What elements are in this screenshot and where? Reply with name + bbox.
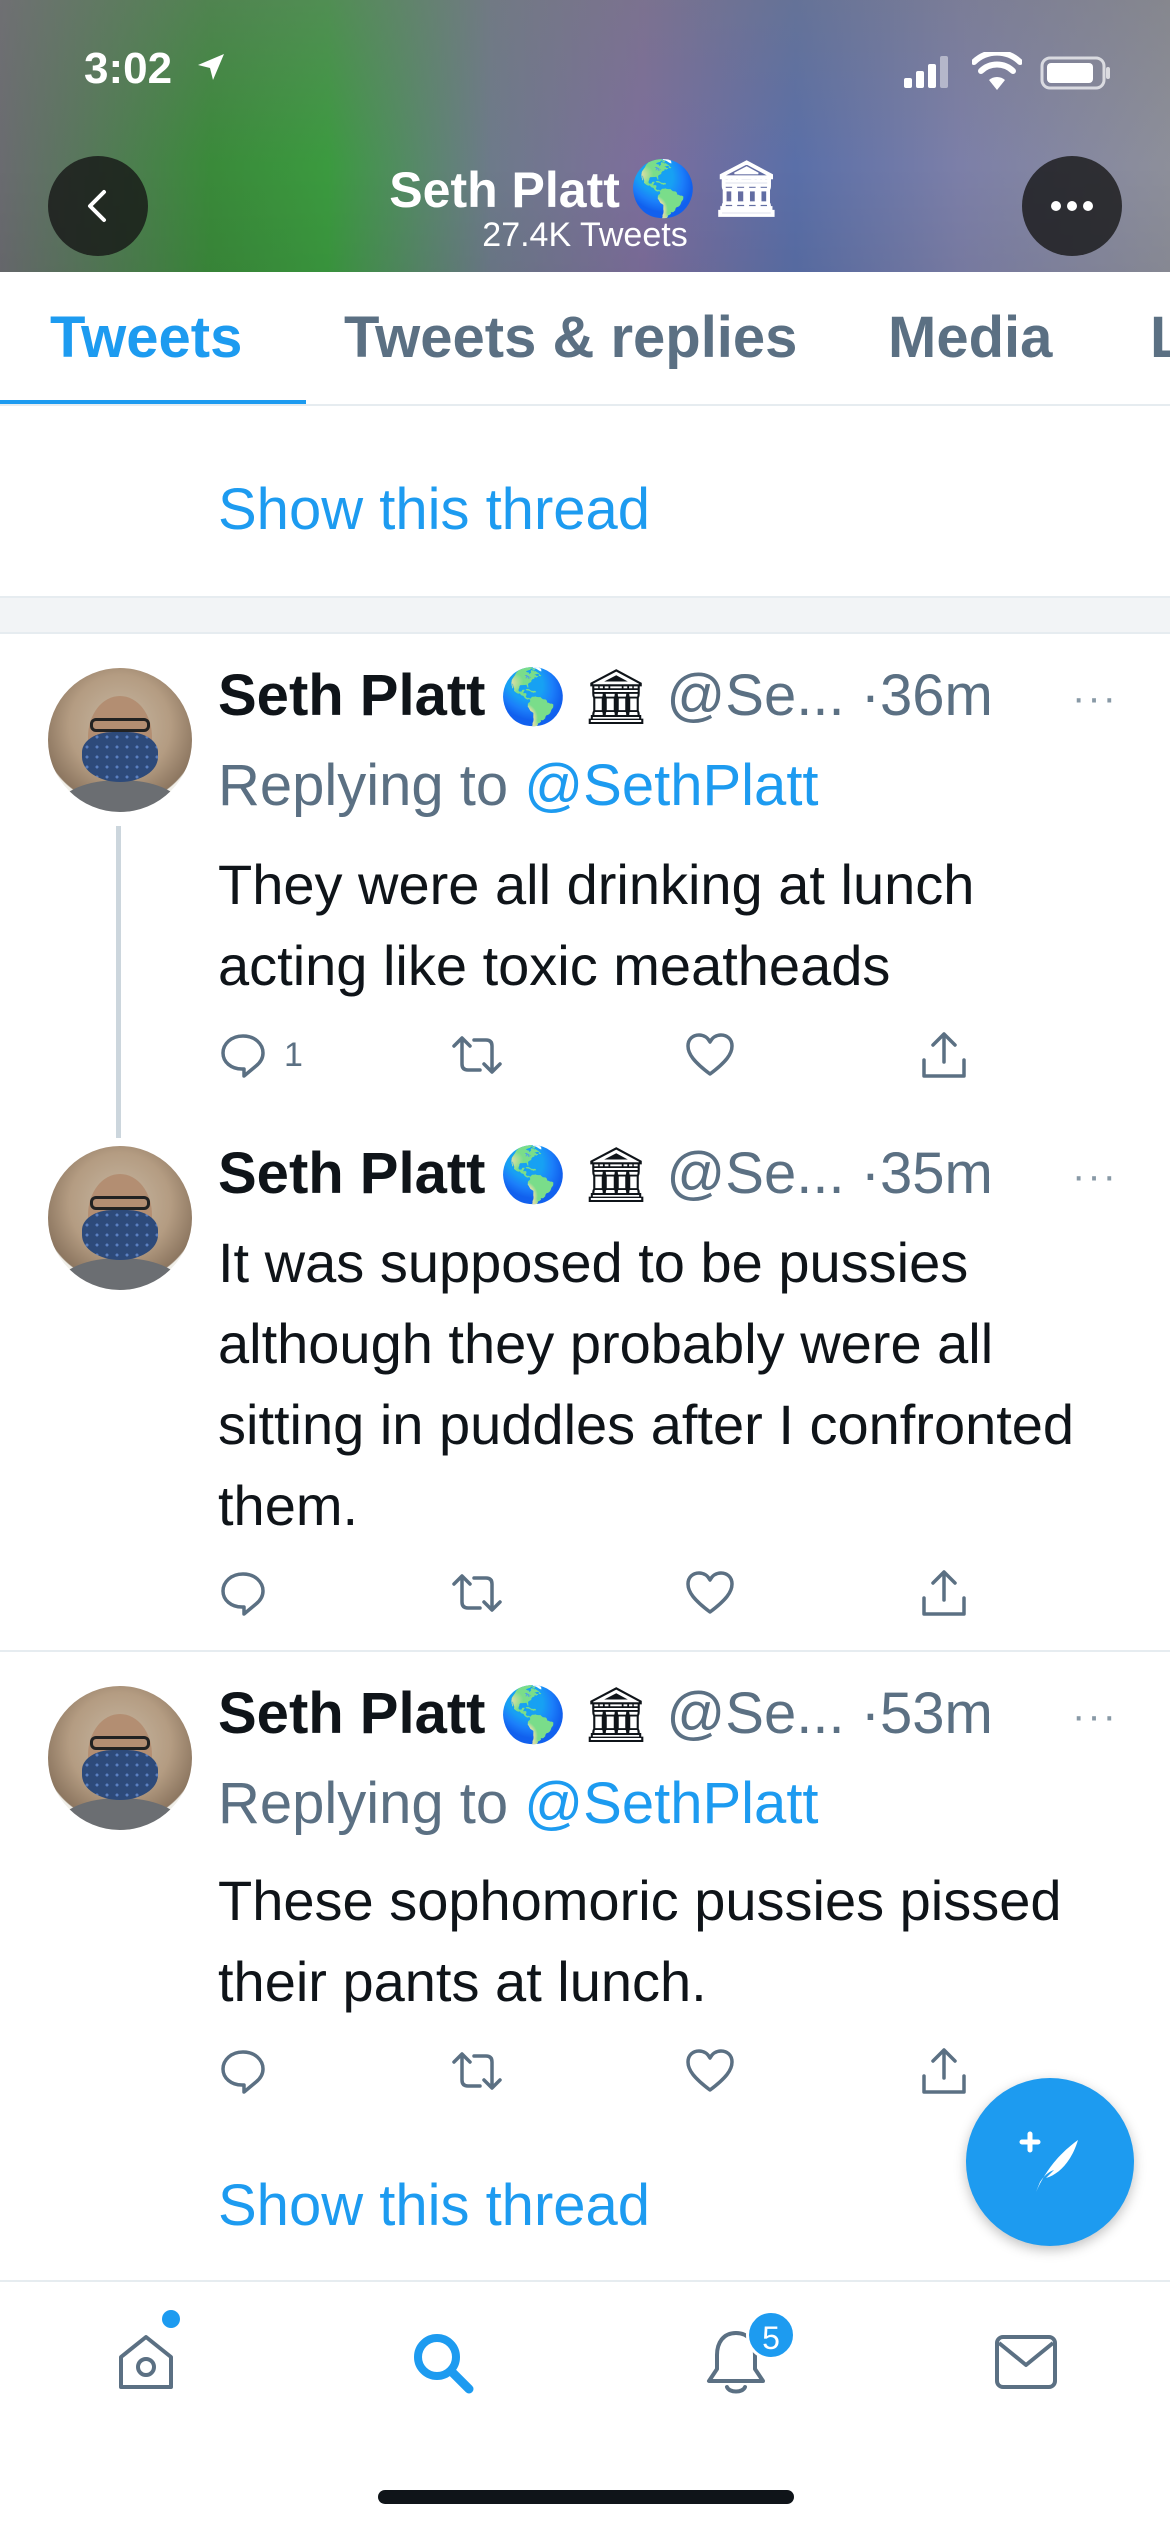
tweet-author-line: Seth Platt 🌎 🏛 @Se... ·53m xyxy=(218,1680,993,1747)
retweet-icon xyxy=(452,1036,502,1074)
home-icon xyxy=(119,2335,173,2389)
retweet-button[interactable] xyxy=(448,2046,506,2096)
wifi-icon xyxy=(972,52,1022,90)
share-icon xyxy=(922,2048,966,2094)
share-icon xyxy=(922,1032,966,1078)
tweet-actions: 1 xyxy=(218,1030,1018,1090)
tab-media[interactable]: Media xyxy=(888,304,1052,371)
share-icon xyxy=(922,1570,966,1616)
notifications-badge: 5 xyxy=(746,2310,796,2360)
replying-to-prefix: Replying to xyxy=(218,753,509,818)
profile-name: Seth Platt xyxy=(389,162,620,218)
like-button[interactable] xyxy=(684,1030,736,1080)
tweet-divider xyxy=(0,1650,1170,1652)
tweet-time: ·53m xyxy=(860,1681,993,1746)
retweet-button[interactable] xyxy=(448,1568,506,1618)
retweet-button[interactable] xyxy=(448,1030,506,1080)
reply-button[interactable] xyxy=(218,2046,284,2096)
mail-icon xyxy=(995,2335,1057,2389)
cellular-signal-icon xyxy=(904,56,948,88)
tweet-text: They were all drinking at lunch acting l… xyxy=(218,853,975,997)
heart-icon xyxy=(686,2049,734,2092)
replying-to-line: Replying to @SethPlatt xyxy=(218,1770,819,1837)
thread-connector-line xyxy=(116,826,121,1138)
retweet-icon xyxy=(452,2052,502,2090)
tweet-time: ·36m xyxy=(860,663,993,728)
like-button[interactable] xyxy=(684,1568,736,1618)
tweet-more-button[interactable]: ··· xyxy=(1072,1154,1118,1199)
author-badges: 🌎 🏛 xyxy=(499,1685,651,1745)
active-tab-indicator xyxy=(0,400,306,404)
tweet-author-line: Seth Platt 🌎 🏛 @Se... ·35m xyxy=(218,1140,993,1207)
retweet-icon xyxy=(452,1574,502,1612)
reply-count: 1 xyxy=(284,1035,303,1074)
heart-icon xyxy=(686,1571,734,1614)
compose-tweet-button[interactable] xyxy=(966,2078,1134,2246)
search-icon xyxy=(414,2334,474,2394)
author-name[interactable]: Seth Platt xyxy=(218,1141,486,1206)
replying-to-line: Replying to @SethPlatt xyxy=(218,752,819,819)
avatar[interactable] xyxy=(48,1146,192,1290)
profile-badges: 🌎 🏛 xyxy=(629,159,781,219)
status-time: 3:02 xyxy=(84,44,173,93)
nav-messages[interactable] xyxy=(986,2322,1066,2402)
tweet-author-line: Seth Platt 🌎 🏛 @Se... ·36m xyxy=(218,662,993,729)
tab-tweets-and-replies[interactable]: Tweets & replies xyxy=(344,304,797,371)
tweet-text: These sophomoric pussies pissed their pa… xyxy=(218,1869,1062,2013)
avatar[interactable] xyxy=(48,668,192,812)
profile-tabs: Tweets Tweets & replies Media L xyxy=(0,272,1170,406)
nav-search[interactable] xyxy=(402,2322,482,2402)
like-button[interactable] xyxy=(684,2046,736,2096)
tweet-time: ·35m xyxy=(860,1141,993,1206)
tweet-more-button[interactable]: ··· xyxy=(1072,1694,1118,1739)
battery-icon xyxy=(1040,56,1110,90)
author-handle[interactable]: @Se... xyxy=(666,1681,844,1746)
show-thread-link[interactable]: Show this thread xyxy=(218,476,650,543)
section-gap xyxy=(0,596,1170,634)
tab-tweets[interactable]: Tweets xyxy=(50,304,242,371)
show-thread-link[interactable]: Show this thread xyxy=(218,2172,650,2239)
home-new-indicator-dot xyxy=(162,2310,180,2328)
share-button[interactable] xyxy=(918,2046,970,2098)
author-handle[interactable]: @Se... xyxy=(666,1141,844,1206)
heart-icon xyxy=(686,1033,734,1076)
author-name[interactable]: Seth Platt xyxy=(218,1681,486,1746)
profile-name-title: Seth Platt 🌎 🏛 xyxy=(0,158,1170,221)
reply-button[interactable] xyxy=(218,1568,284,1618)
tweet-count: 27.4K Tweets xyxy=(482,216,688,254)
tweet-actions xyxy=(218,1568,1018,1628)
replying-to-mention[interactable]: @SethPlatt xyxy=(524,1771,818,1836)
reply-icon xyxy=(221,1572,265,1616)
author-badges: 🌎 🏛 xyxy=(499,1145,651,1205)
compose-feather-icon xyxy=(1019,2131,1078,2192)
home-indicator-bar[interactable] xyxy=(378,2490,794,2504)
reply-icon xyxy=(221,1034,265,1078)
author-name[interactable]: Seth Platt xyxy=(218,663,486,728)
avatar[interactable] xyxy=(48,1686,192,1830)
tweet-text: It was supposed to be pussies although t… xyxy=(218,1231,1075,1537)
tab-likes[interactable]: L xyxy=(1150,304,1170,371)
author-handle[interactable]: @Se... xyxy=(666,663,844,728)
author-badges: 🌎 🏛 xyxy=(499,667,651,727)
share-button[interactable] xyxy=(918,1568,970,1620)
location-arrow-icon xyxy=(198,54,224,80)
tweet-actions xyxy=(218,2046,1018,2106)
tweet-more-button[interactable]: ··· xyxy=(1072,676,1118,721)
replying-to-prefix: Replying to xyxy=(218,1771,509,1836)
reply-button[interactable]: 1 xyxy=(218,1030,303,1080)
share-button[interactable] xyxy=(918,1030,970,1082)
replying-to-mention[interactable]: @SethPlatt xyxy=(524,753,818,818)
nav-home[interactable] xyxy=(106,2322,186,2402)
reply-icon xyxy=(221,2050,265,2094)
